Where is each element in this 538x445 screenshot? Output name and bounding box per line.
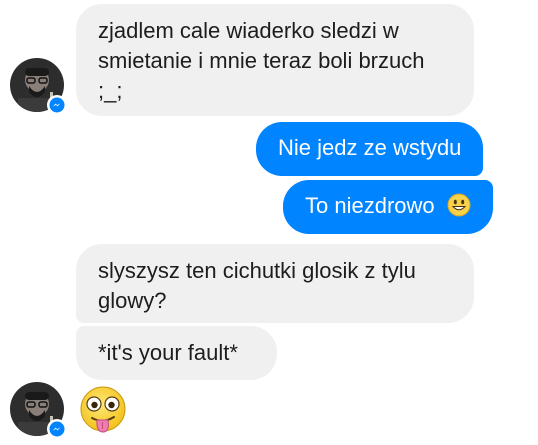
incoming-message-bubble[interactable]: slyszysz ten cichutki glosik z tylu glow…	[76, 244, 474, 323]
incoming-message-bubble[interactable]: zjadlem cale wiaderko sledzi w smietanie…	[76, 4, 474, 116]
messenger-icon	[49, 97, 65, 113]
incoming-message-bubble[interactable]: *it's your fault*	[76, 326, 277, 380]
message-text: To niezdrowo	[305, 193, 435, 218]
sender-avatar[interactable]	[10, 58, 67, 115]
message-text: zjadlem cale wiaderko sledzi w smietanie…	[98, 18, 425, 103]
message-text: *it's your fault*	[98, 340, 238, 365]
messenger-icon	[49, 421, 65, 437]
winking-tongue-face-emoji-icon[interactable]	[78, 385, 128, 437]
grinning-face-emoji-icon	[447, 193, 471, 217]
message-text: Nie jedz ze wstydu	[278, 135, 462, 160]
messenger-badge	[47, 419, 67, 439]
messenger-badge	[47, 95, 67, 115]
sender-avatar[interactable]	[10, 382, 67, 439]
message-text: slyszysz ten cichutki glosik z tylu glow…	[98, 258, 416, 313]
outgoing-message-bubble[interactable]: To niezdrowo	[283, 180, 493, 234]
outgoing-message-bubble[interactable]: Nie jedz ze wstydu	[256, 122, 484, 176]
